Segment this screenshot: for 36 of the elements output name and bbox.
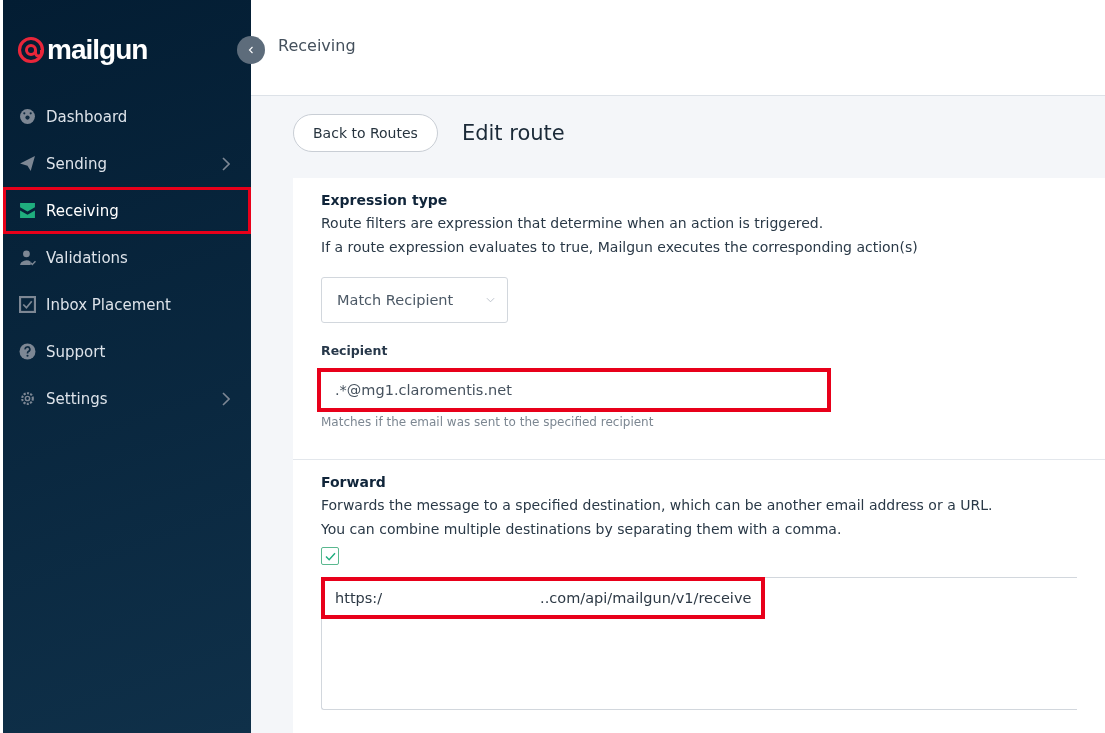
destination-textarea[interactable]: https:/ ..com/api/mailgun/v1/receive [321, 577, 1077, 710]
at-sign-logo-icon [17, 36, 45, 64]
nav-item[interactable]: Dashboard [3, 93, 251, 140]
back-button[interactable]: Back to Routes [293, 114, 438, 152]
page-title: Receiving [278, 36, 356, 55]
description: If a route expression evaluates to true, Mailgun executes the corresponding action(s) [321, 238, 919, 257]
checkmark-icon [324, 551, 336, 561]
field-label: Recipient [321, 343, 389, 358]
nav-item[interactable]: Validations [3, 234, 251, 281]
nav-item[interactable]: Receiving [3, 187, 251, 234]
description: Forwards the message to a specified destination, which can be another email address or a URL. [321, 496, 994, 515]
route-heading: Edit route [461, 121, 565, 145]
chevron-down-icon [486, 297, 495, 303]
recipient-field[interactable]: .*@mg1.claromentis.net [317, 368, 831, 412]
nav-item[interactable]: Settings [3, 375, 251, 422]
logo-text: mailgun [47, 34, 148, 66]
collapse-button[interactable] [237, 36, 265, 64]
user-check-icon [19, 249, 36, 266]
checkbox-screen-icon [19, 296, 36, 313]
chevron-left-icon [248, 46, 254, 54]
paper-plane-icon [19, 155, 36, 172]
destination-value: https:/ ..com/api/mailgun/v1/receive [321, 577, 766, 619]
help-icon [19, 343, 36, 360]
checkbox[interactable] [321, 547, 339, 565]
nav-item[interactable]: Sending [3, 140, 251, 187]
envelope-icon [19, 202, 36, 219]
description: You can combine multiple destinations by separating them with a comma. [321, 520, 843, 539]
nav-item[interactable]: Inbox Placement [3, 281, 251, 328]
section-heading: Forward [321, 474, 387, 490]
nav-item[interactable]: Support [3, 328, 251, 375]
field-hint: Matches if the email was sent to the specified recipient [321, 415, 655, 429]
section-heading: Expression type [321, 192, 449, 208]
settings-icon [19, 390, 36, 407]
expression-select[interactable]: Match Recipient [321, 277, 508, 323]
description: Route filters are expression that determine when an action is triggered. [321, 214, 825, 233]
gauge-icon [19, 108, 36, 125]
